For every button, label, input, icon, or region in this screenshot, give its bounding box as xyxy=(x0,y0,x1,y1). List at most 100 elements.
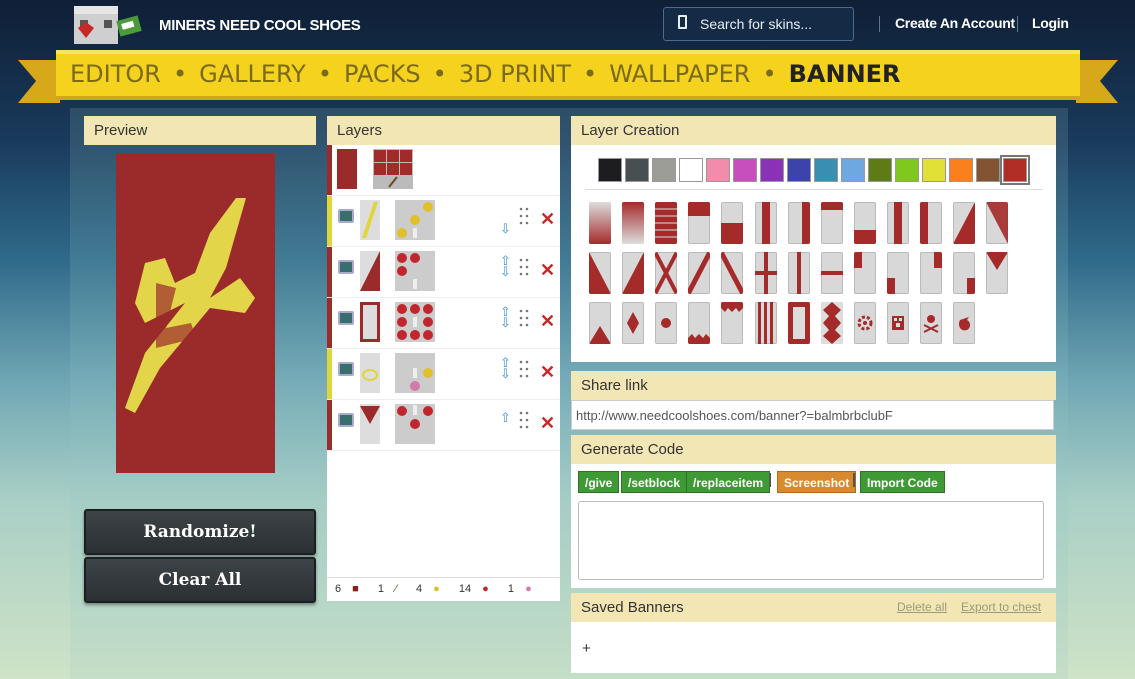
color-swatch[interactable] xyxy=(598,158,622,182)
pattern-tile[interactable] xyxy=(655,252,678,294)
layer-row[interactable]: ⇧ ✕ xyxy=(327,400,560,451)
visibility-icon[interactable] xyxy=(338,311,354,325)
nav-editor[interactable]: EDITOR xyxy=(70,60,161,88)
pattern-tile[interactable] xyxy=(721,252,744,294)
replaceitem-button[interactable]: /replaceitem xyxy=(686,471,771,493)
pattern-tile[interactable] xyxy=(622,202,645,244)
pattern-tile[interactable] xyxy=(589,252,611,294)
nav-3d-print[interactable]: 3D PRINT xyxy=(459,60,571,88)
color-swatch[interactable] xyxy=(787,158,811,182)
color-swatch[interactable] xyxy=(814,158,838,182)
color-swatch[interactable] xyxy=(733,158,757,182)
pattern-tile[interactable] xyxy=(986,202,1009,244)
screenshot-button[interactable]: Screenshot xyxy=(777,471,857,493)
layer-row[interactable]: ⇧ ⇩ ✕ xyxy=(327,247,560,298)
pattern-tile[interactable] xyxy=(820,252,843,294)
pattern-tile[interactable] xyxy=(622,302,645,344)
clear-all-button[interactable]: Clear All xyxy=(84,557,316,603)
nav-gallery[interactable]: GALLERY xyxy=(199,60,306,88)
create-account-link[interactable]: Create An Account xyxy=(895,15,1015,31)
pattern-tile[interactable] xyxy=(953,302,976,344)
move-up-icon[interactable]: ⇧ xyxy=(500,411,511,424)
delete-all-link[interactable]: Delete all xyxy=(897,600,947,614)
color-swatch[interactable] xyxy=(1000,155,1030,185)
color-swatch[interactable] xyxy=(841,158,865,182)
pattern-tile[interactable] xyxy=(688,302,711,344)
delete-layer-icon[interactable]: ✕ xyxy=(540,260,555,281)
drag-handle-icon[interactable] xyxy=(519,359,529,383)
drag-handle-icon[interactable] xyxy=(519,206,529,230)
pattern-tile[interactable] xyxy=(622,252,645,294)
delete-layer-icon[interactable]: ✕ xyxy=(540,209,555,230)
color-swatch[interactable] xyxy=(625,158,649,182)
pattern-tile[interactable] xyxy=(886,302,909,344)
layer-row[interactable]: ⇧ ⇩ ✕ xyxy=(327,298,560,349)
move-up-down-icon[interactable]: ⇧ ⇩ xyxy=(500,356,511,380)
pattern-tile[interactable] xyxy=(886,252,909,294)
nav-packs[interactable]: PACKS xyxy=(344,60,421,88)
pattern-tile[interactable] xyxy=(721,202,744,244)
pattern-tile[interactable] xyxy=(688,202,711,244)
pattern-tile[interactable] xyxy=(754,302,777,344)
layer-row[interactable]: ⇧ ⇩ ✕ xyxy=(327,349,560,400)
site-name[interactable]: MINERS NEED COOL SHOES xyxy=(159,17,361,34)
pattern-tile[interactable] xyxy=(820,202,843,244)
drag-handle-icon[interactable] xyxy=(519,308,529,332)
delete-layer-icon[interactable]: ✕ xyxy=(540,362,555,383)
pattern-tile[interactable] xyxy=(886,202,909,244)
pattern-tile[interactable] xyxy=(787,302,810,344)
visibility-icon[interactable] xyxy=(338,413,354,427)
move-up-down-icon[interactable]: ⇧ ⇩ xyxy=(500,254,511,278)
pattern-tile[interactable] xyxy=(853,202,876,244)
login-link[interactable]: Login xyxy=(1032,15,1069,31)
pattern-tile[interactable] xyxy=(787,252,810,294)
pattern-tile[interactable] xyxy=(589,202,611,244)
pattern-tile[interactable] xyxy=(754,252,777,294)
pattern-tile[interactable] xyxy=(953,202,976,244)
pattern-tile[interactable] xyxy=(688,252,711,294)
randomize-button[interactable]: Randomize! xyxy=(84,509,316,555)
nav-banner[interactable]: BANNER xyxy=(789,60,901,88)
delete-layer-icon[interactable]: ✕ xyxy=(540,311,555,332)
pattern-tile[interactable] xyxy=(853,252,876,294)
delete-layer-icon[interactable]: ✕ xyxy=(540,413,555,434)
color-swatch[interactable] xyxy=(868,158,892,182)
move-down-icon[interactable]: ⇩ xyxy=(500,222,511,235)
color-swatch[interactable] xyxy=(895,158,919,182)
import-code-button[interactable]: Import Code xyxy=(860,471,945,493)
pattern-tile[interactable] xyxy=(920,302,942,344)
site-logo[interactable] xyxy=(70,0,154,46)
drag-handle-icon[interactable] xyxy=(519,257,529,281)
color-swatch[interactable] xyxy=(706,158,730,182)
visibility-icon[interactable] xyxy=(338,209,354,223)
export-to-chest-link[interactable]: Export to chest xyxy=(961,600,1041,614)
nav-wallpaper[interactable]: WALLPAPER xyxy=(609,60,750,88)
pattern-tile[interactable] xyxy=(920,202,942,244)
layer-row[interactable]: ⇩ ✕ xyxy=(327,196,560,247)
setblock-button[interactable]: /setblock xyxy=(621,471,688,493)
pattern-tile[interactable] xyxy=(787,202,810,244)
add-saved-button[interactable]: + xyxy=(582,640,591,657)
color-swatch[interactable] xyxy=(949,158,973,182)
pattern-tile[interactable] xyxy=(853,302,876,344)
pattern-tile[interactable] xyxy=(589,302,611,344)
pattern-tile[interactable] xyxy=(655,302,678,344)
give-button[interactable]: /give xyxy=(578,471,620,493)
visibility-icon[interactable] xyxy=(338,362,354,376)
color-swatch[interactable] xyxy=(922,158,946,182)
move-up-down-icon[interactable]: ⇧ ⇩ xyxy=(500,305,511,329)
color-swatch[interactable] xyxy=(760,158,784,182)
pattern-tile[interactable] xyxy=(754,202,777,244)
color-swatch[interactable] xyxy=(652,158,676,182)
pattern-tile[interactable] xyxy=(820,302,843,344)
code-output-textarea[interactable] xyxy=(578,501,1044,580)
search-input[interactable]: Search for skins... xyxy=(663,7,854,41)
layer-row-base[interactable] xyxy=(327,145,560,196)
color-swatch[interactable] xyxy=(976,158,1000,182)
pattern-tile[interactable] xyxy=(920,252,942,294)
color-swatch[interactable] xyxy=(679,158,703,182)
pattern-tile[interactable] xyxy=(655,202,678,244)
pattern-tile[interactable] xyxy=(953,252,976,294)
drag-handle-icon[interactable] xyxy=(519,410,529,434)
pattern-tile[interactable] xyxy=(986,252,1009,294)
